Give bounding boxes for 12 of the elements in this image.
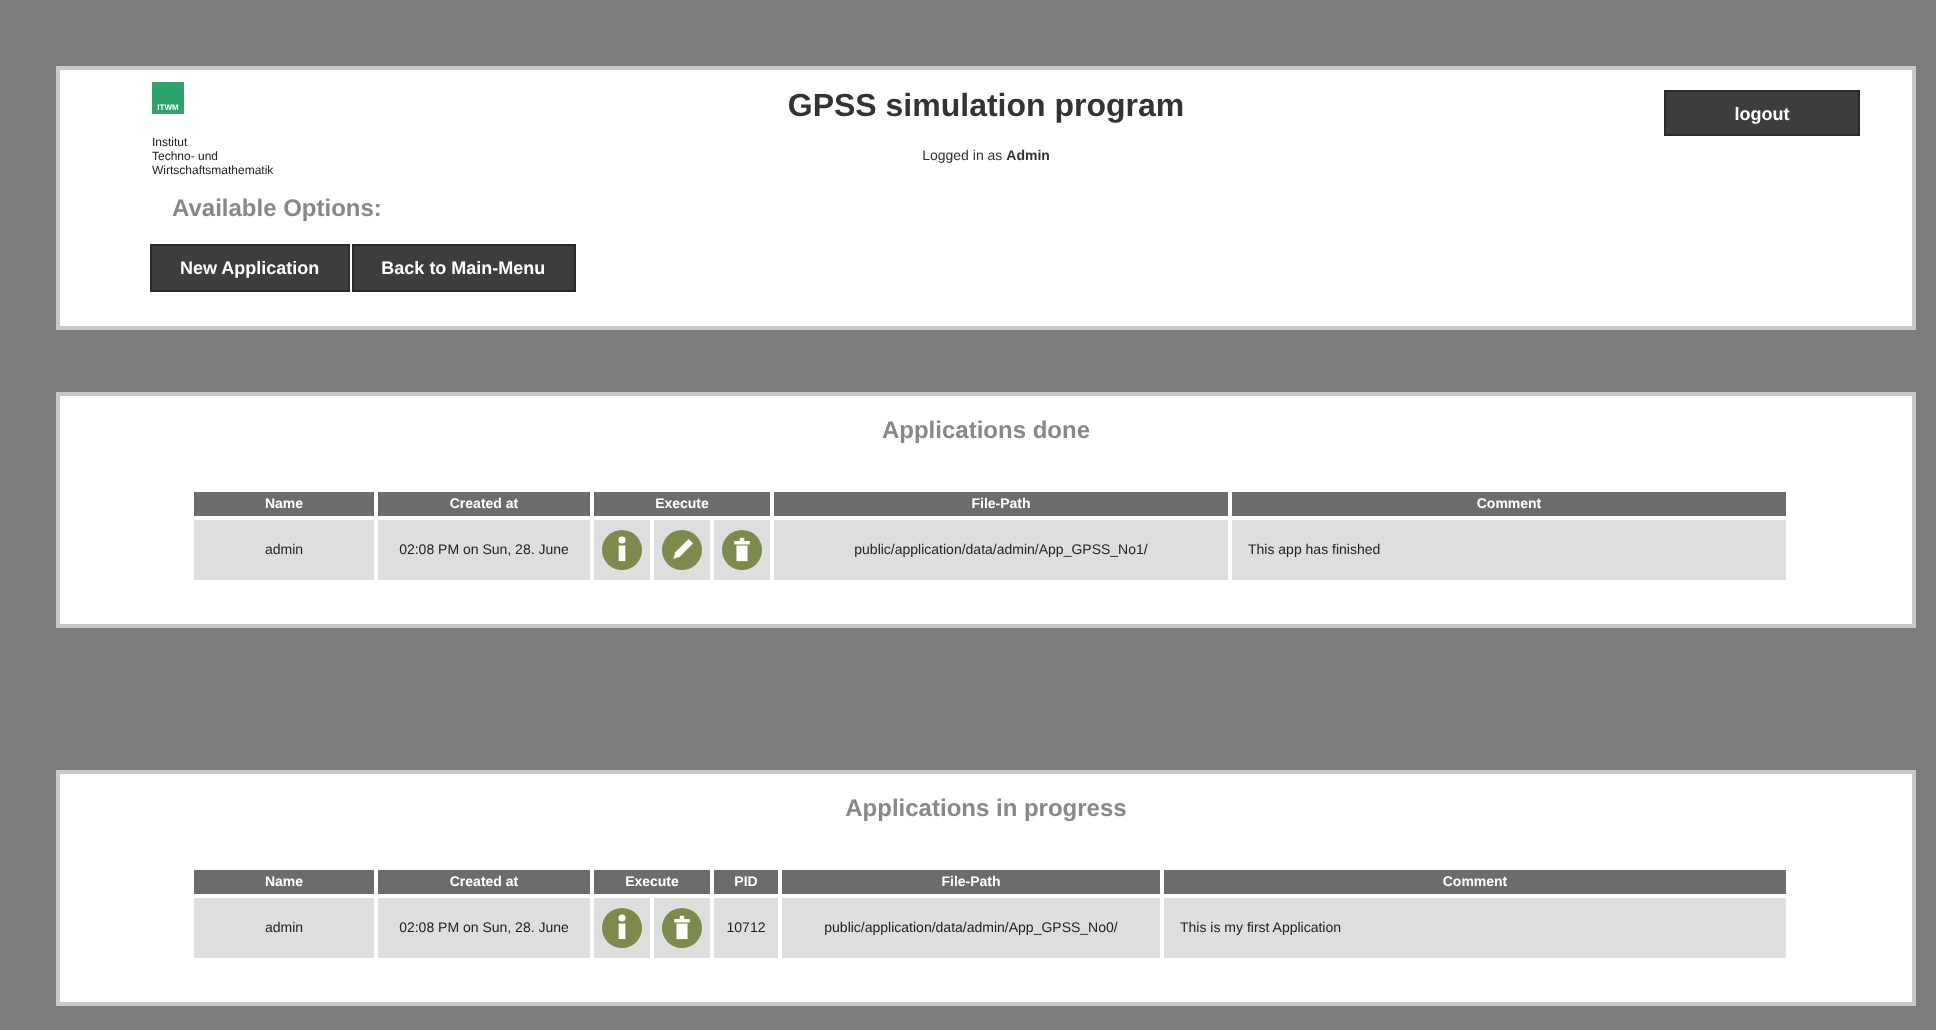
pencil-icon[interactable] xyxy=(662,530,702,570)
trash-icon[interactable] xyxy=(662,908,702,948)
option-button[interactable]: Back to Main-Menu xyxy=(351,244,576,292)
section-title: Applications done xyxy=(879,416,1092,448)
info-icon[interactable] xyxy=(602,908,642,948)
section-title: Applications in progress xyxy=(843,794,1129,826)
options-heading: Available Options: xyxy=(172,194,382,222)
option-button[interactable]: New Application xyxy=(150,244,350,292)
logout-button[interactable]: logout xyxy=(1664,90,1860,136)
info-icon[interactable] xyxy=(602,530,642,570)
trash-icon[interactable] xyxy=(722,530,762,570)
page-title: GPSS simulation program xyxy=(787,90,1185,126)
